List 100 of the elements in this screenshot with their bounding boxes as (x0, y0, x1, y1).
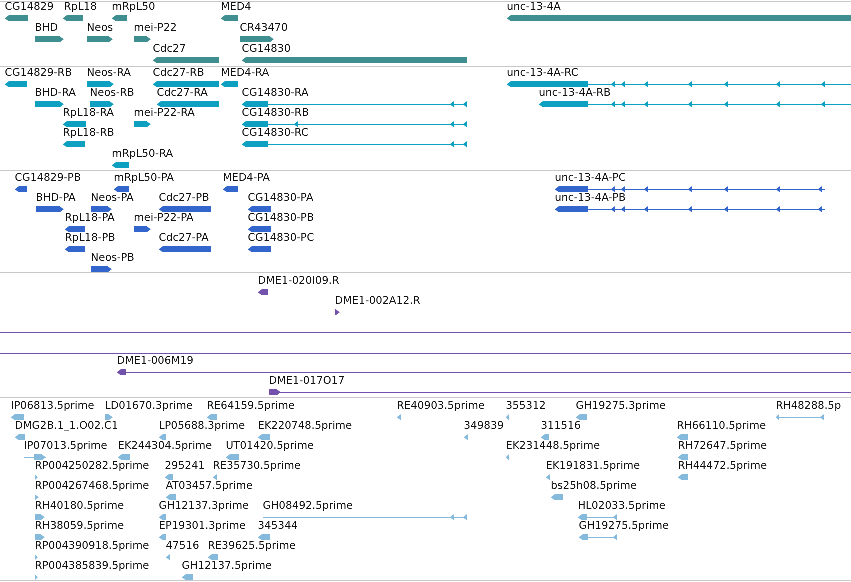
feature-label: mei-P22 (134, 22, 178, 34)
feature-glyph[interactable] (220, 81, 239, 88)
feature-glyph[interactable] (35, 206, 65, 213)
feature-glyph[interactable] (257, 289, 269, 296)
feature-label: 349839 (464, 420, 504, 432)
feature-glyph[interactable] (239, 36, 275, 43)
feature-glyph[interactable] (220, 15, 239, 22)
feature-label: EP19301.3prime (159, 520, 246, 532)
feature-label: DME1-006M19 (117, 355, 194, 367)
feature-label: DME1-002A12.R (335, 295, 420, 307)
feature-label: unc-13-4A-PC (555, 172, 626, 184)
feature-glyph[interactable] (113, 186, 130, 193)
feature-label: CG14829-PB (15, 172, 82, 184)
feature-glyph[interactable] (62, 121, 87, 128)
feature-glyph[interactable] (133, 226, 152, 233)
feature-label: CG14829-RB (5, 67, 72, 79)
feature-glyph[interactable] (158, 246, 212, 253)
feature-glyph[interactable] (34, 36, 65, 43)
feature-label: unc-13-4A (507, 1, 561, 13)
feature-glyph[interactable] (247, 226, 272, 233)
feature-glyph[interactable] (111, 15, 128, 22)
feature-glyph[interactable] (4, 15, 29, 22)
feature-label: RE35730.5prime (213, 460, 301, 472)
feature-label: CR43470 (240, 22, 288, 34)
feature-label: 311516 (541, 420, 582, 432)
feature-label: EK231448.5prime (506, 440, 600, 452)
feature-label: RP004250282.5prime (35, 460, 150, 472)
feature-label: EK244304.5prime (118, 440, 212, 452)
feature-glyph[interactable] (554, 206, 826, 213)
feature-label: Cdc27-RB (153, 67, 204, 79)
feature-glyph[interactable] (506, 81, 851, 88)
feature-label: 295241 (165, 460, 206, 472)
feature-label: Cdc27-PA (159, 232, 209, 244)
feature-glyph[interactable] (4, 81, 28, 88)
feature-glyph[interactable] (62, 141, 86, 148)
feature-label: Neos (87, 22, 114, 34)
feature-glyph[interactable] (64, 246, 86, 253)
feature-glyph[interactable] (89, 101, 115, 108)
feature-label: CG14830-RB (242, 107, 310, 119)
feature-glyph[interactable] (554, 186, 826, 193)
feature-label: mRpL50 (112, 1, 156, 13)
feature-label: mRpL50-RA (112, 148, 174, 160)
feature-glyph[interactable] (116, 369, 851, 376)
feature-label: GH19275.5prime (579, 520, 670, 532)
feature-glyph[interactable] (241, 141, 468, 148)
feature-label: GH12137.5prime (182, 560, 272, 572)
feature-label: CG14830-RA (242, 87, 309, 99)
feature-glyph[interactable] (152, 57, 220, 64)
feature-label: RP004390918.5prime (35, 540, 150, 552)
feature-glyph[interactable] (133, 121, 152, 128)
feature-label: RE39625.5prime (208, 540, 296, 552)
feature-glyph[interactable] (538, 101, 851, 108)
feature-glyph[interactable] (34, 101, 65, 108)
feature-label: GH19275.3prime (576, 400, 666, 412)
feature-label: IP07013.5prime (24, 440, 108, 452)
feature-glyph[interactable] (222, 186, 239, 193)
feature-label: MED4-PA (223, 172, 270, 184)
feature-glyph[interactable] (133, 36, 152, 43)
feature-glyph[interactable] (86, 81, 115, 88)
feature-label: CG14830-PA (248, 192, 314, 204)
feature-label: MED4 (221, 1, 252, 13)
feature-glyph[interactable] (86, 36, 114, 43)
feature-label: RH44472.5prime (678, 460, 768, 472)
feature-glyph[interactable] (241, 121, 468, 128)
feature-label: RH72647.5prime (678, 440, 768, 452)
feature-label: IP06813.5prime (11, 400, 94, 412)
feature-label: RP004267468.5prime (35, 480, 150, 492)
feature-label: CG14830 (242, 43, 291, 55)
feature-glyph[interactable] (268, 389, 851, 396)
feature-label: mei-P22-PA (134, 212, 194, 224)
feature-label: MED4-RA (221, 67, 270, 79)
feature-label: AT03457.5prime (166, 480, 253, 492)
feature-glyph[interactable] (62, 15, 84, 22)
feature-label: Cdc27-PB (159, 192, 210, 204)
feature-glyph[interactable] (90, 206, 113, 213)
feature-label: EK191831.5prime (546, 460, 640, 472)
feature-glyph[interactable] (158, 206, 212, 213)
feature-label: RpL18-RA (63, 107, 114, 119)
feature-label: RP004385839.5prime (35, 560, 150, 572)
feature-label: Neos-RB (90, 87, 134, 99)
feature-glyph[interactable] (247, 246, 272, 253)
feature-glyph[interactable] (247, 206, 272, 213)
feature-label: mei-P22-RA (134, 107, 195, 119)
feature-glyph[interactable] (156, 101, 220, 108)
feature-label: unc-13-4A-RB (539, 87, 611, 99)
feature-label: CG14830-PC (248, 232, 314, 244)
feature-glyph[interactable] (64, 226, 86, 233)
feature-glyph[interactable] (241, 101, 468, 108)
feature-glyph[interactable] (334, 309, 341, 316)
feature-label: EK220748.5prime (258, 420, 352, 432)
feature-label: GH12137.3prime (159, 500, 250, 512)
feature-label: LD01670.3prime (105, 400, 193, 412)
feature-label: HL02033.5prime (578, 500, 666, 512)
feature-glyph[interactable] (241, 57, 468, 64)
feature-label: DME1-020I09.R (258, 275, 340, 287)
feature-label: DMG2B.1_1.O02.C1 (15, 420, 118, 432)
feature-glyph[interactable] (506, 15, 851, 22)
feature-label: BHD (35, 22, 58, 34)
feature-label: Cdc27 (153, 43, 186, 55)
feature-glyph[interactable] (14, 186, 28, 193)
